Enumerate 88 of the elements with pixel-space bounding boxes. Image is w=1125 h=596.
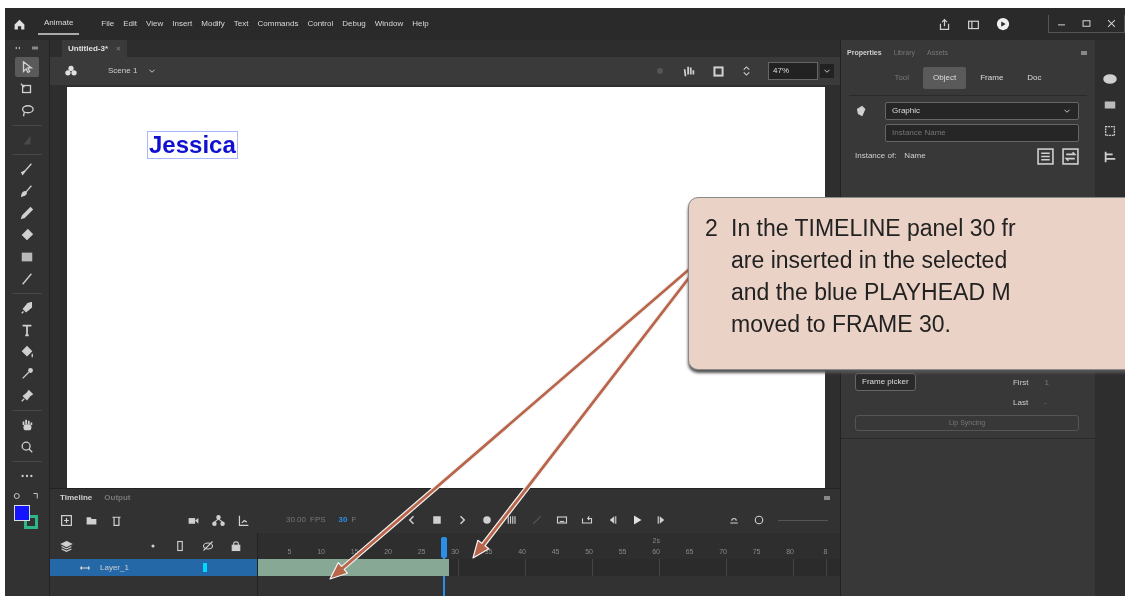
onion-skin-icon[interactable]: [481, 514, 494, 526]
sync-icon[interactable]: [581, 514, 594, 526]
text-tool-icon: [20, 323, 34, 337]
frame-picker-button[interactable]: Frame picker: [855, 372, 916, 391]
hand-icon: [20, 418, 34, 432]
menu-item[interactable]: Control: [307, 18, 334, 30]
fps-unit: FPS: [310, 514, 326, 526]
symbol-type-dropdown[interactable]: Graphic: [885, 101, 1079, 120]
menu-item[interactable]: Edit: [123, 18, 138, 30]
menu-item[interactable]: File: [101, 18, 115, 30]
panel-tab[interactable]: Output: [98, 492, 137, 504]
collapse-icon[interactable]: [14, 44, 22, 52]
tool-button[interactable]: [15, 57, 39, 77]
step-number: 2: [705, 215, 718, 241]
pin-icon: [20, 389, 34, 403]
edit-multiple-icon[interactable]: [506, 514, 519, 526]
document-tab[interactable]: Untitled-3*: [68, 42, 108, 55]
pencil-icon: [20, 206, 34, 220]
app-tab[interactable]: Animate: [38, 13, 80, 35]
properties-icon[interactable]: [1037, 147, 1054, 165]
layer-name: Layer_1: [100, 561, 129, 574]
eraser-icon: [20, 228, 34, 242]
playhead[interactable]: [441, 537, 447, 558]
share-icon[interactable]: [938, 17, 951, 31]
field-label: Instance of:: [855, 150, 897, 162]
menu-item[interactable]: View: [146, 18, 164, 30]
outline-icon[interactable]: [174, 540, 186, 552]
lock-icon[interactable]: [230, 540, 242, 552]
align-icon[interactable]: [1103, 150, 1117, 164]
panel-grip-icon[interactable]: [30, 44, 40, 52]
menu-item[interactable]: Text: [233, 18, 249, 30]
instance-name-field[interactable]: Instance Name: [885, 123, 1079, 142]
layer-parenting-icon[interactable]: [212, 513, 225, 527]
layer-row[interactable]: Layer_1: [50, 559, 258, 576]
field-label: First: [1013, 376, 1029, 389]
lasso-icon: [20, 104, 34, 118]
new-layer-icon[interactable]: [60, 513, 73, 527]
menu-item[interactable]: Debug: [342, 18, 366, 30]
play-icon[interactable]: [631, 514, 644, 526]
callout-text: moved to FRAME 30.: [731, 310, 951, 339]
instance-name: Name: [904, 150, 926, 162]
callout-text: and the blue PLAYHEAD M: [731, 278, 1011, 307]
scene-name[interactable]: Scene 1: [108, 65, 138, 77]
graph-icon[interactable]: [237, 513, 250, 527]
transform-icon: [20, 82, 34, 96]
close-tab-icon[interactable]: ×: [116, 42, 121, 55]
field-label: Last: [1013, 396, 1029, 409]
mode-tab[interactable]: Frame: [970, 66, 1014, 89]
mode-tab[interactable]: Object: [923, 66, 967, 89]
keyframe-icon[interactable]: [431, 514, 444, 526]
selection-arrow-icon: [20, 60, 34, 74]
reset-colors-icon[interactable]: [31, 491, 41, 501]
zoom-circle-icon[interactable]: [753, 514, 766, 526]
paint-bucket-icon: [20, 345, 34, 359]
close-icon[interactable]: [1106, 18, 1117, 29]
loop-icon[interactable]: [556, 514, 569, 526]
eyedropper-icon: [20, 367, 34, 381]
zoom-icon: [20, 440, 34, 454]
callout-text: In the TIMELINE panel 30 fr: [731, 214, 1016, 243]
play-circle-icon[interactable]: [996, 17, 1010, 31]
layers-icon[interactable]: [60, 539, 73, 553]
stroke-color-swatch[interactable]: [14, 505, 30, 521]
pen-icon: [20, 301, 34, 315]
rectangle-icon: [20, 250, 34, 264]
home-icon[interactable]: [13, 17, 26, 31]
scene-symbol-icon[interactable]: [64, 64, 78, 78]
menu-item[interactable]: Modify: [201, 18, 225, 30]
menu-item[interactable]: Window: [374, 18, 404, 30]
layer-color-marker[interactable]: [202, 563, 207, 572]
paint-brush-icon: [20, 184, 34, 198]
callout-text: are inserted in the selected: [731, 246, 1008, 275]
hide-icon[interactable]: [202, 540, 214, 552]
current-frame[interactable]: 30: [338, 514, 348, 526]
swap-icon[interactable]: [1062, 147, 1079, 165]
zoom-field[interactable]: 47%: [768, 62, 818, 80]
menu-item[interactable]: Insert: [172, 18, 193, 30]
clip-stage-icon[interactable]: [712, 64, 725, 78]
last-frame-value[interactable]: -: [1044, 396, 1047, 409]
maximize-icon[interactable]: [1081, 18, 1092, 29]
up-down-icon[interactable]: [741, 64, 752, 78]
panel-tab[interactable]: Timeline: [54, 492, 99, 504]
transform-grid-icon[interactable]: [1103, 124, 1117, 138]
line-icon: [20, 272, 34, 286]
stage-text[interactable]: Jessica: [147, 131, 238, 159]
brush-icon: [20, 162, 34, 176]
mode-tab[interactable]: Doc: [1017, 66, 1052, 89]
menu-item[interactable]: Commands: [257, 18, 299, 30]
menu-item[interactable]: Help: [412, 18, 429, 30]
